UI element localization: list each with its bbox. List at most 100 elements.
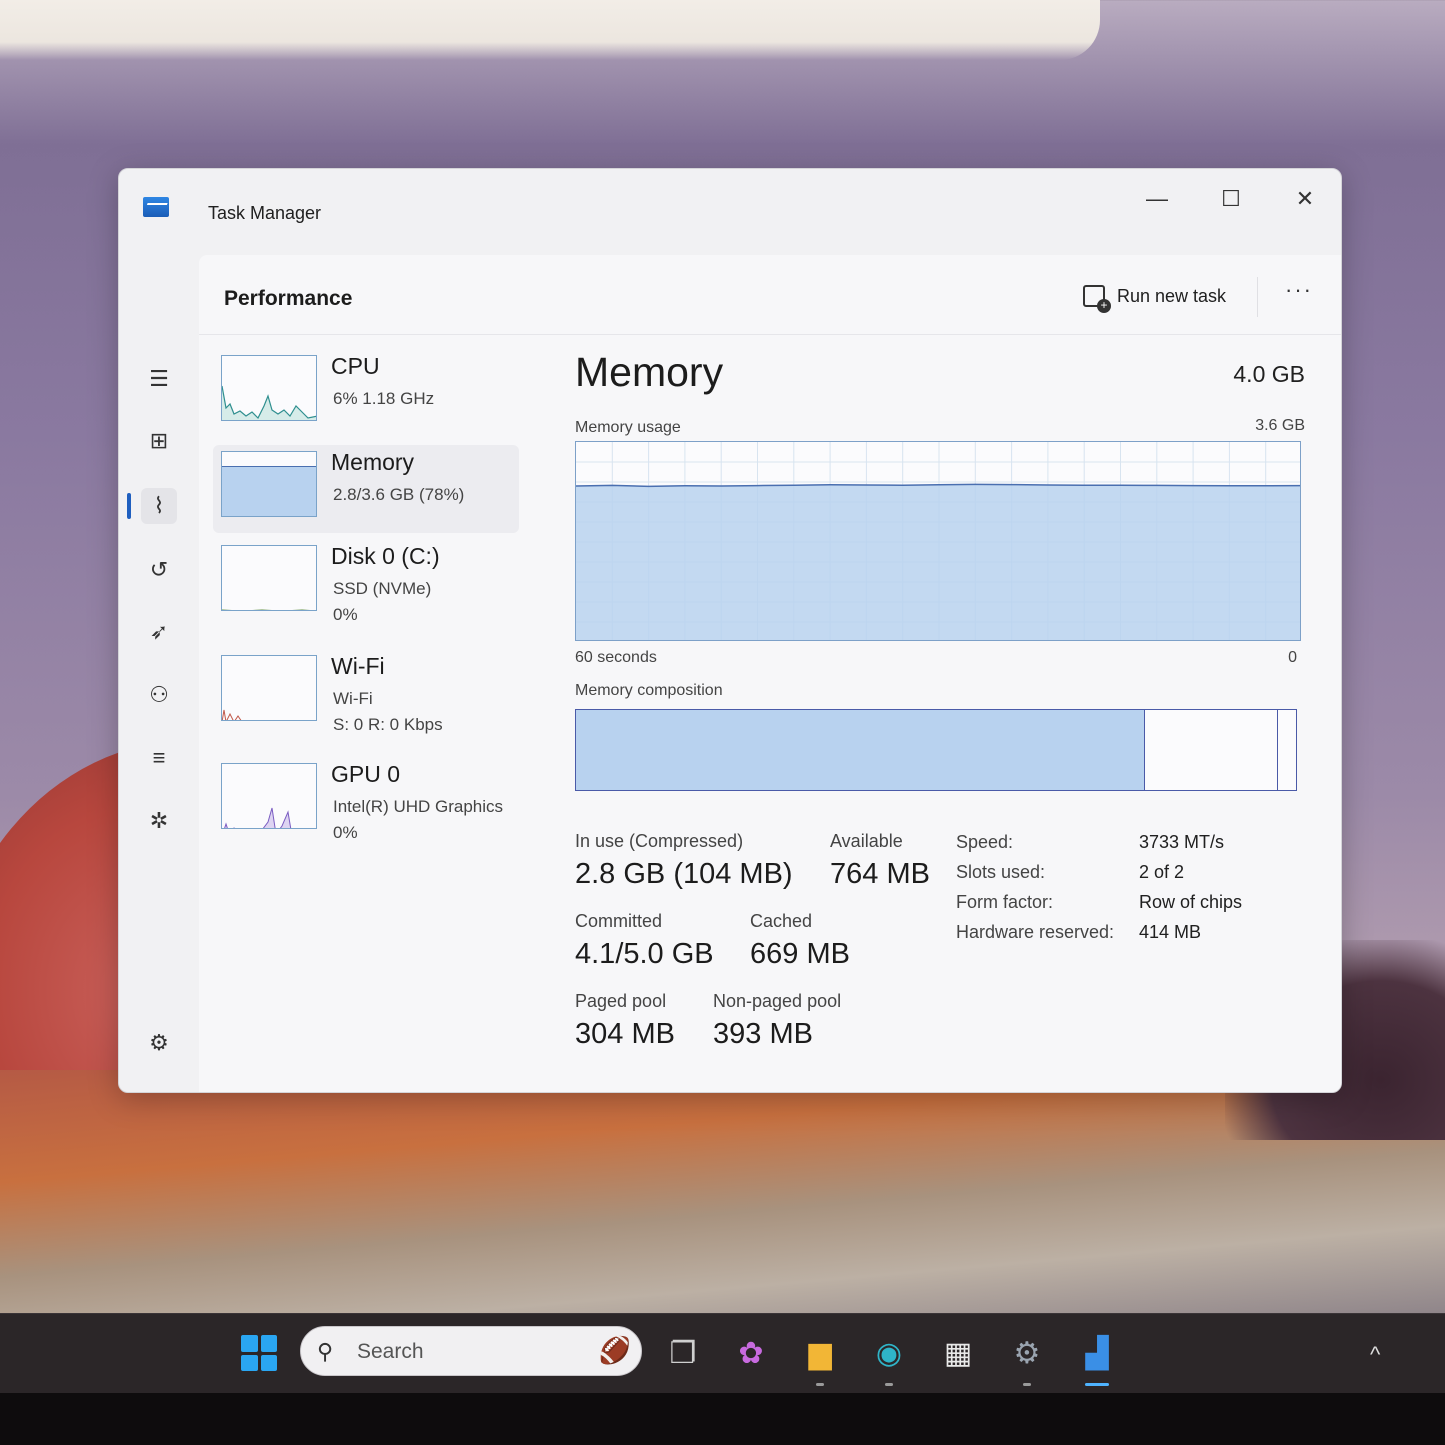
device-sub-2: S: 0 R: 0 Kbps — [333, 715, 443, 734]
spec-form-factor-value: Row of chips — [1139, 892, 1243, 912]
device-name: GPU 0 — [331, 761, 401, 787]
composition-in-use — [576, 710, 1145, 790]
spec-hw-reserved-key: Hardware reserved: — [956, 922, 1115, 942]
title-bar[interactable]: Task Manager — ☐ ✕ — [119, 169, 1341, 255]
device-name: Wi-Fi — [331, 653, 385, 679]
task-manager-window: Task Manager — ☐ ✕ ☰ ⊞ ⌇ ↺ ➶ ⚇ ≡ ✲ ⚙ Per… — [118, 168, 1342, 1093]
memory-usage-graph — [575, 441, 1301, 641]
show-hidden-icons-chevron-icon[interactable]: ^ — [1370, 1342, 1380, 1368]
stat-available: Available 764 MB — [830, 831, 930, 891]
task-view-glyph: ❐ — [669, 1336, 697, 1370]
running-indicator — [885, 1383, 893, 1386]
graph-time-right: 0 — [1288, 649, 1297, 666]
header-divider — [1257, 277, 1258, 317]
settings-app-icon[interactable]: ⚙ — [1004, 1330, 1050, 1386]
stat-value: 4.1/5.0 GB — [575, 938, 714, 970]
performance-icon[interactable]: ⌇ — [141, 488, 177, 524]
page-header: Performance Run new task ··· — [199, 255, 1341, 335]
settings-icon[interactable]: ⚙ — [141, 1025, 177, 1061]
device-sub: Intel(R) UHD Graphics — [333, 797, 504, 816]
device-sub: 6% 1.18 GHz — [333, 389, 435, 408]
start-button[interactable] — [236, 1330, 282, 1376]
task-view-icon[interactable]: ❐ — [660, 1330, 706, 1376]
device-name: Memory — [331, 449, 415, 475]
page-title: Performance — [224, 287, 353, 310]
device-item-memory[interactable]: Memory 2.8/3.6 GB (78%) — [213, 445, 519, 533]
task-manager-app-icon[interactable]: ▟ — [1074, 1330, 1120, 1386]
taskbar: ⚲ Search 🏈 ❐ ✿ ▆ ◉ ▦ ⚙ ▟ ^ — [0, 1313, 1445, 1393]
stat-label: Committed — [575, 911, 663, 931]
memory-title: Memory — [575, 349, 724, 395]
spec-form-factor-key: Form factor: — [956, 892, 1054, 912]
running-indicator — [816, 1383, 824, 1386]
store-icon[interactable]: ▦ — [935, 1330, 981, 1376]
wifi-thumbnail-graph — [222, 709, 242, 720]
stat-cached: Cached 669 MB — [750, 911, 850, 971]
settings-app-glyph: ⚙ — [1013, 1336, 1041, 1370]
stat-label: In use (Compressed) — [575, 831, 744, 851]
app-history-icon[interactable]: ↺ — [141, 552, 177, 588]
stat-label: Cached — [750, 911, 813, 931]
device-item-gpu[interactable]: GPU 0 Intel(R) UHD Graphics 0% — [213, 757, 519, 845]
processes-icon[interactable]: ⊞ — [141, 423, 177, 459]
memory-composition-bar — [575, 709, 1297, 791]
stat-committed: Committed 4.1/5.0 GB — [575, 911, 714, 971]
window-title: Task Manager — [208, 203, 322, 223]
stat-non-paged-pool: Non-paged pool 393 MB — [713, 991, 841, 1051]
file-explorer-icon[interactable]: ▆ — [797, 1330, 843, 1386]
details-icon[interactable]: ≡ — [141, 740, 177, 776]
device-sub: 2.8/3.6 GB (78%) — [333, 485, 465, 504]
stat-label: Paged pool — [575, 991, 667, 1011]
edge-icon[interactable]: ◉ — [866, 1330, 912, 1386]
spec-speed-value: 3733 MT/s — [1139, 832, 1225, 852]
composition-standby — [1145, 710, 1278, 790]
device-item-wifi[interactable]: Wi-Fi Wi-Fi S: 0 R: 0 Kbps — [213, 649, 519, 737]
device-item-disk[interactable]: Disk 0 (C:) SSD (NVMe) 0% — [213, 539, 519, 627]
copilot-icon[interactable]: ✿ — [728, 1330, 774, 1376]
disk-thumbnail — [221, 545, 317, 611]
performance-page: Performance Run new task ··· CPU 6% 1.18… — [199, 255, 1341, 1092]
run-new-task-button[interactable]: Run new task — [1083, 281, 1227, 313]
memory-usage-area — [576, 484, 1300, 640]
close-button[interactable]: ✕ — [1275, 179, 1335, 219]
users-icon[interactable]: ⚇ — [141, 677, 177, 713]
edge-glyph: ◉ — [875, 1336, 903, 1370]
ceiling-light — [0, 0, 1100, 60]
search-highlight-icon: 🏈 — [598, 1335, 631, 1365]
memory-usage-graph-svg — [576, 442, 1300, 640]
device-item-cpu[interactable]: CPU 6% 1.18 GHz — [213, 349, 519, 437]
stat-value: 393 MB — [713, 1018, 813, 1050]
services-icon[interactable]: ✲ — [141, 803, 177, 839]
memory-usage-label: Memory usage — [575, 419, 681, 436]
stat-value: 2.8 GB (104 MB) — [575, 858, 793, 890]
taskbar-search[interactable]: ⚲ Search 🏈 — [300, 1326, 642, 1376]
maximize-button[interactable]: ☐ — [1201, 179, 1261, 219]
stat-label: Available — [830, 831, 903, 851]
device-sub-2: 0% — [333, 823, 358, 842]
spec-slots-value: 2 of 2 — [1139, 862, 1185, 882]
more-options-icon[interactable]: ··· — [1285, 277, 1313, 303]
startup-apps-icon[interactable]: ➶ — [141, 614, 177, 650]
stat-label: Non-paged pool — [713, 991, 842, 1011]
cpu-thumbnail — [221, 355, 317, 421]
device-name: CPU — [331, 353, 380, 379]
search-placeholder: Search — [357, 1340, 424, 1363]
copilot-glyph: ✿ — [738, 1336, 764, 1370]
spec-hw-reserved-value: 414 MB — [1139, 922, 1202, 942]
memory-composition-label: Memory composition — [575, 682, 723, 699]
cpu-thumbnail-graph — [222, 385, 316, 420]
graph-time-left: 60 seconds — [575, 649, 657, 666]
memory-total: 4.0 GB — [1233, 361, 1305, 387]
gpu-thumbnail-graph — [224, 807, 292, 828]
stat-value: 764 MB — [830, 858, 930, 890]
minimize-button[interactable]: — — [1127, 179, 1187, 219]
run-new-task-label: Run new task — [1117, 285, 1227, 306]
stat-in-use: In use (Compressed) 2.8 GB (104 MB) — [575, 831, 793, 891]
windows-logo-icon — [241, 1335, 277, 1371]
hamburger-menu-icon[interactable]: ☰ — [141, 361, 177, 397]
disk-thumbnail-graph — [222, 609, 311, 610]
composition-free — [1278, 710, 1296, 790]
task-manager-app-glyph: ▟ — [1085, 1336, 1109, 1370]
device-sub-2: 0% — [333, 605, 358, 624]
wifi-thumbnail — [221, 655, 317, 721]
